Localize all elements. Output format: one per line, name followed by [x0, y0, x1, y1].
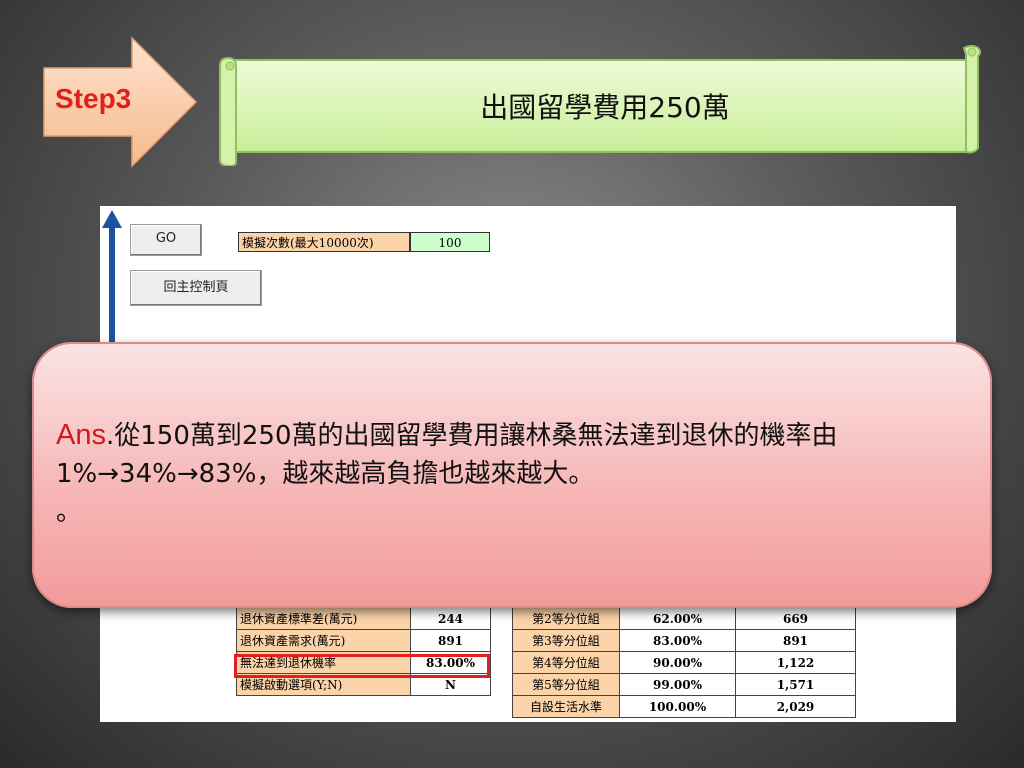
table-row: 自設生活水準 100.00% 2,029 — [512, 695, 856, 718]
amount-cell: 1,571 — [735, 673, 856, 696]
retirement-summary-table: 退休資產標準差(萬元) 244 退休資產需求(萬元) 891 無法達到退休機率 … — [236, 607, 491, 696]
row-value: 244 — [410, 607, 491, 630]
amount-cell: 2,029 — [735, 695, 856, 718]
group-cell: 第4等分位組 — [512, 651, 620, 674]
percentile-table: 第2等分位組 62.00% 669 第3等分位組 83.00% 891 第4等分… — [512, 607, 856, 718]
row-label: 退休資產標準差(萬元) — [236, 607, 411, 630]
group-cell: 第5等分位組 — [512, 673, 620, 696]
step-label: Step3 — [55, 83, 132, 114]
row-value: 891 — [410, 629, 491, 652]
home-control-button[interactable]: 回主控制頁 — [130, 270, 262, 306]
simulation-count-label: 模擬次數(最大10000次) — [238, 232, 410, 252]
percent-cell: 99.00% — [619, 673, 736, 696]
table-row: 第3等分位組 83.00% 891 — [512, 629, 856, 652]
amount-cell: 891 — [735, 629, 856, 652]
simulation-count-input[interactable]: 100 — [410, 232, 490, 252]
percent-cell: 62.00% — [619, 607, 736, 630]
table-row: 第2等分位組 62.00% 669 — [512, 607, 856, 630]
percent-cell: 90.00% — [619, 651, 736, 674]
answer-body: .從150萬到250萬的出國留學費用讓林桑無法達到退休的機率由1%→34%→83… — [56, 421, 838, 489]
answer-tail: 。 — [56, 497, 83, 527]
percent-cell: 100.00% — [619, 695, 736, 718]
group-cell: 自設生活水準 — [512, 695, 620, 718]
table-row: 退休資產標準差(萬元) 244 — [236, 607, 491, 630]
failure-probability-highlight — [234, 654, 490, 678]
percent-cell: 83.00% — [619, 629, 736, 652]
table-row: 退休資產需求(萬元) 891 — [236, 629, 491, 652]
answer-prefix: Ans — [56, 419, 106, 451]
group-cell: 第3等分位組 — [512, 629, 620, 652]
amount-cell: 669 — [735, 607, 856, 630]
table-row: 第5等分位組 99.00% 1,571 — [512, 673, 856, 696]
group-cell: 第2等分位組 — [512, 607, 620, 630]
go-button[interactable]: GO — [130, 224, 202, 256]
table-row: 第4等分位組 90.00% 1,122 — [512, 651, 856, 674]
row-label: 退休資產需求(萬元) — [236, 629, 411, 652]
amount-cell: 1,122 — [735, 651, 856, 674]
page-title: 出國留學費用250萬 — [480, 91, 730, 124]
answer-text: Ans.從150萬到250萬的出國留學費用讓林桑無法達到退休的機率由1%→34%… — [56, 416, 966, 531]
